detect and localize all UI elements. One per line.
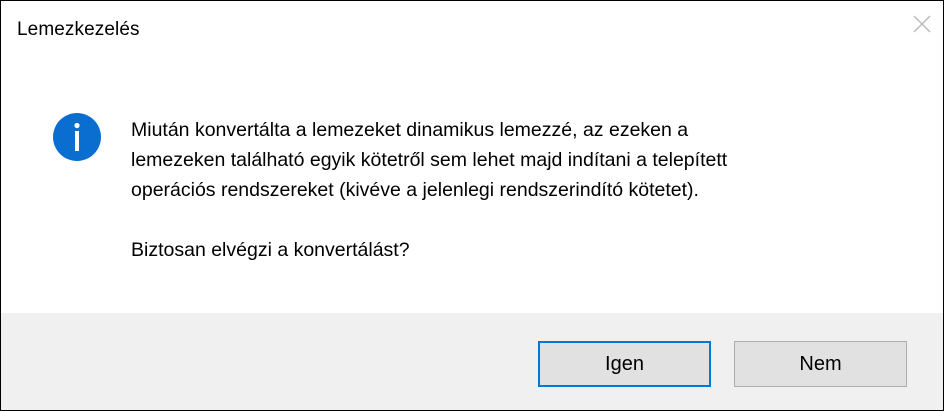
button-bar: Igen Nem — [1, 313, 943, 410]
message-area: Miután konvertálta a lemezeket dinamikus… — [131, 115, 911, 265]
no-button[interactable]: Nem — [734, 341, 907, 387]
confirmation-question: Biztosan elvégzi a konvertálást? — [131, 239, 410, 261]
yes-button[interactable]: Igen — [538, 341, 711, 387]
message-text: Miután konvertálta a lemezeket dinamikus… — [131, 119, 728, 201]
info-icon — [53, 113, 101, 161]
close-icon — [913, 15, 931, 33]
dialog-title: Lemezkezelés — [17, 19, 140, 40]
close-button[interactable] — [909, 11, 935, 37]
title-bar: Lemezkezelés — [1, 1, 943, 63]
dialog-content: Miután konvertálta a lemezeket dinamikus… — [1, 63, 943, 313]
dialog-window: Lemezkezelés Miután konvertálta a lemeze… — [0, 0, 944, 411]
